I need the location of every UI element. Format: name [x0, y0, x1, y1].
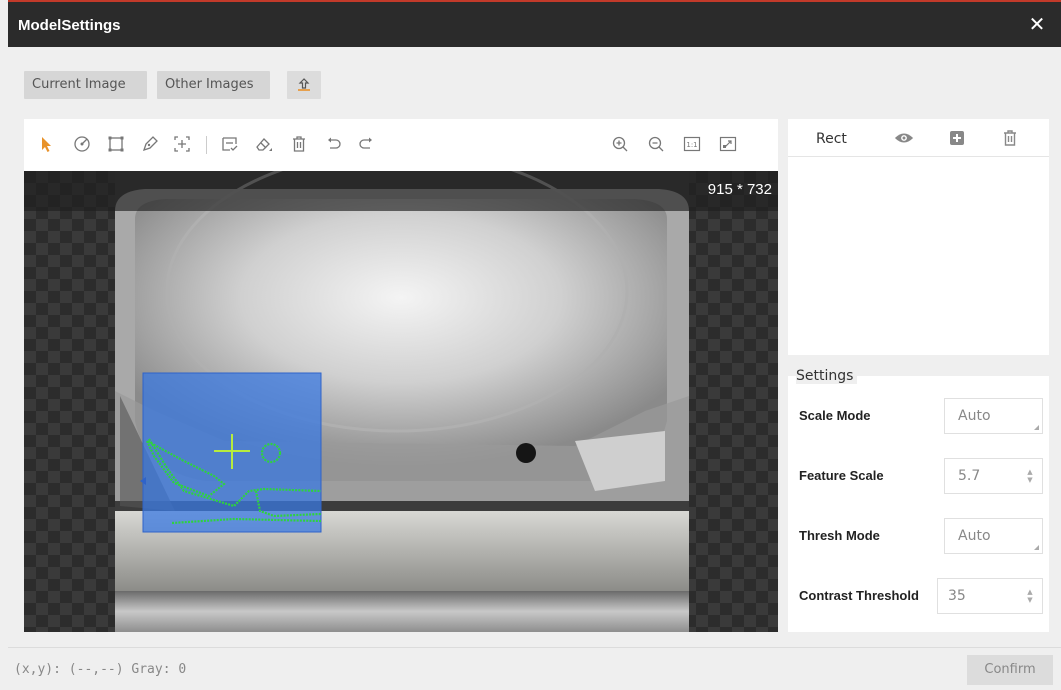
roi-overlay[interactable]: [24, 171, 778, 632]
rectangle-icon[interactable]: [104, 132, 128, 156]
trash-icon[interactable]: [1000, 128, 1020, 148]
delete-icon[interactable]: [287, 132, 311, 156]
stepper-value: 35: [948, 588, 966, 604]
roi-list-header: Rect: [788, 119, 1049, 157]
polygon-pen-icon[interactable]: [138, 132, 162, 156]
redo-icon[interactable]: [354, 132, 378, 156]
undo-icon[interactable]: [322, 132, 346, 156]
circle-target-icon[interactable]: [70, 132, 94, 156]
dropdown-corner-icon: [1034, 545, 1039, 550]
image-viewer: 1:1 915 * 732: [24, 119, 778, 632]
dropdown-corner-icon: [1034, 425, 1039, 430]
select-value: Auto: [958, 528, 991, 544]
close-icon[interactable]: ✕: [1025, 12, 1049, 36]
confirm-button[interactable]: Confirm: [967, 655, 1053, 685]
setting-row-scale-mode: Scale Mode Auto: [788, 396, 1049, 436]
dialog-body: Current Image Other Images 1:1 915 * 732…: [8, 47, 1061, 690]
contrast-threshold-stepper[interactable]: 35 ▲ ▼: [937, 578, 1043, 614]
tab-current-image[interactable]: Current Image: [24, 71, 147, 99]
settings-title: Settings: [796, 368, 858, 384]
actual-size-label: 1:1: [686, 141, 697, 149]
roi-type-label: Rect: [816, 131, 847, 147]
canvas-toolbar: 1:1: [24, 119, 778, 171]
setting-label: Thresh Mode: [799, 528, 880, 543]
stepper-value: 5.7: [958, 468, 981, 484]
eraser-icon[interactable]: [252, 132, 276, 156]
right-panel: Rect Settings Scale Mode Auto Feature Sc…: [788, 119, 1049, 632]
setting-row-contrast-threshold: Contrast Threshold 35 ▲ ▼: [788, 576, 1049, 616]
title-bar: ModelSettings ✕: [8, 0, 1061, 47]
setting-label: Contrast Threshold: [799, 588, 919, 603]
pointer-icon[interactable]: [35, 132, 59, 156]
image-canvas[interactable]: 915 * 732: [24, 171, 778, 632]
setting-label: Scale Mode: [799, 408, 871, 423]
zoom-in-icon[interactable]: [608, 132, 632, 156]
window-title: ModelSettings: [18, 17, 121, 34]
tab-other-images[interactable]: Other Images: [157, 71, 270, 99]
eye-icon[interactable]: [894, 128, 914, 148]
fit-window-icon[interactable]: [716, 132, 740, 156]
settings-panel: Settings Scale Mode Auto Feature Scale 5…: [788, 364, 1049, 632]
zoom-out-icon[interactable]: [644, 132, 668, 156]
add-region-icon[interactable]: [170, 132, 194, 156]
setting-row-thresh-mode: Thresh Mode Auto: [788, 516, 1049, 556]
setting-label: Feature Scale: [799, 468, 884, 483]
cursor-coordinates: (x,y): (--,--) Gray: 0: [14, 662, 187, 677]
upload-button[interactable]: [287, 71, 321, 99]
actual-size-icon[interactable]: 1:1: [680, 132, 704, 156]
status-bar: (x,y): (--,--) Gray: 0 Confirm: [8, 647, 1061, 690]
thresh-mode-select[interactable]: Auto: [944, 518, 1043, 554]
add-icon[interactable]: [947, 128, 967, 148]
select-value: Auto: [958, 408, 991, 424]
toolbar-separator: [206, 136, 207, 154]
spinner-arrows-icon[interactable]: ▲ ▼: [1026, 588, 1034, 604]
scale-mode-select[interactable]: Auto: [944, 398, 1043, 434]
mask-icon[interactable]: [218, 132, 242, 156]
roi-list-panel: Rect: [788, 119, 1049, 355]
feature-scale-stepper[interactable]: 5.7 ▲ ▼: [944, 458, 1043, 494]
setting-row-feature-scale: Feature Scale 5.7 ▲ ▼: [788, 456, 1049, 496]
spinner-arrows-icon[interactable]: ▲ ▼: [1026, 468, 1034, 484]
upload-icon: [298, 78, 310, 91]
